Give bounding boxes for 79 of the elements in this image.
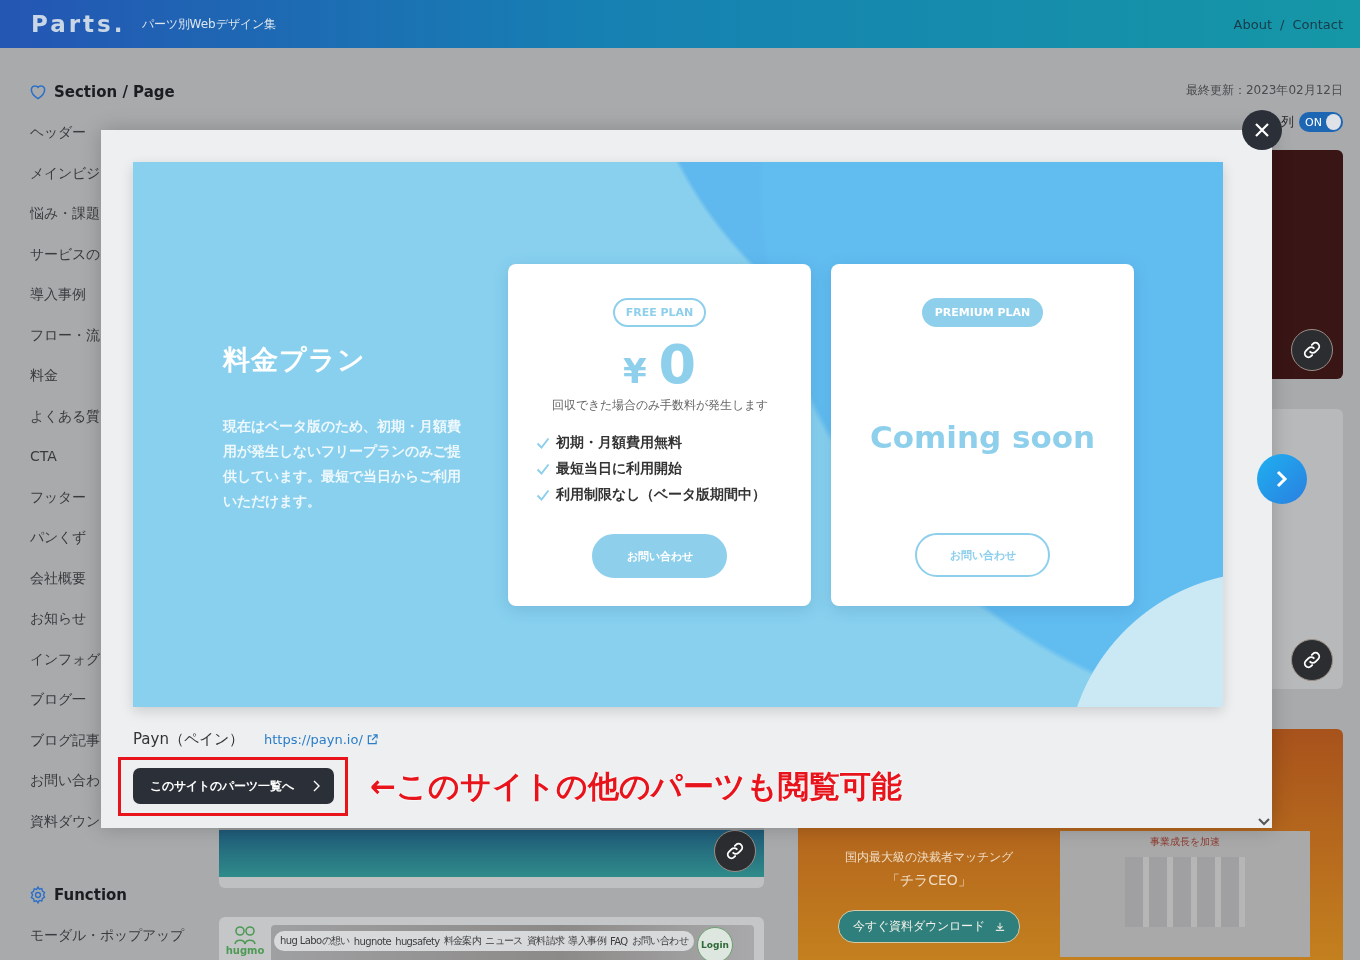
sidebar-item[interactable]: CTA xyxy=(30,446,57,467)
pricing-title: 料金プラン xyxy=(223,343,367,377)
nav-link[interactable]: About xyxy=(1233,16,1273,32)
external-link-icon xyxy=(366,733,378,745)
download-button: 今すぐ資料ダウンロード xyxy=(838,910,1020,943)
close-icon xyxy=(1255,123,1269,137)
sidebar-item[interactable]: 悩み・課題 xyxy=(30,203,100,224)
sidebar-item[interactable]: 会社概要 xyxy=(30,567,86,589)
thumbnail-nav-item: 料金案内 xyxy=(443,934,482,948)
sidebar-item[interactable]: ヘッダー xyxy=(30,122,86,143)
sidebar-heading: Function xyxy=(54,886,128,904)
plan-price: 0 xyxy=(658,335,697,395)
fee-note: 回収できた場合のみ手数料が発生します xyxy=(551,397,768,414)
sidebar-item[interactable]: インフォグ xyxy=(30,648,100,670)
site-name: Payn（ペイン） xyxy=(133,729,244,749)
gear-icon xyxy=(28,885,48,905)
sidebar-item[interactable]: 導入事例 xyxy=(30,284,86,305)
site-thumbnail-card[interactable]: hugmo hug Laboの想い hugnote hugsafety 料金案内 ニュース 資料請求 導入事例 FAQ お問い合わせ Login xyxy=(219,917,764,960)
site-tagline: パーツ別Webデザイン集 xyxy=(141,15,276,33)
column-toggle[interactable]: ON xyxy=(1299,112,1343,132)
link-icon xyxy=(724,840,746,862)
link-button[interactable] xyxy=(1291,639,1333,681)
sidebar-item[interactable]: ブログ記事 xyxy=(30,729,100,751)
thumbnail-nav-item: hugsafety xyxy=(395,935,440,947)
download-icon xyxy=(995,921,1005,932)
link-icon xyxy=(1301,339,1323,361)
thumbnail-nav-item: お問い合わせ xyxy=(631,934,689,948)
sidebar-item[interactable]: ブログ一 xyxy=(30,689,86,710)
thumbnail-logo-text: hugmo xyxy=(225,945,265,956)
site-url-link[interactable]: https://payn.io/ xyxy=(263,731,378,747)
chevron-down-icon xyxy=(1258,818,1270,826)
sidebar-item[interactable]: パンくず xyxy=(30,527,86,548)
thumbnail-nav-item: hug Laboの想い xyxy=(280,934,350,948)
currency-symbol: ¥ xyxy=(622,351,647,391)
thumbnail-nav-item: 導入事例 xyxy=(568,934,607,948)
columns-label: 列 xyxy=(1281,113,1294,131)
check-icon xyxy=(536,489,550,501)
sidebar-item[interactable]: メインビジ xyxy=(30,162,100,184)
sidebar-item[interactable]: よくある質 xyxy=(30,405,100,427)
link-button[interactable] xyxy=(1291,329,1333,371)
close-button[interactable] xyxy=(1242,110,1282,150)
thumbnail-nav-item: FAQ xyxy=(610,935,628,947)
sidebar-item[interactable]: サービスの xyxy=(30,243,100,265)
thumbnail-nav-item: ニュース xyxy=(485,934,523,948)
thumbnail-nav-item: hugnote xyxy=(353,935,392,947)
thumbnail-headline: 国内最大級の決裁者マッチング xyxy=(845,849,1013,866)
thumbnail-title: 事業成長を加速 xyxy=(1150,835,1220,849)
link-button[interactable] xyxy=(714,830,756,872)
feature-text: 初期・月額費用無料 xyxy=(556,434,682,452)
nav-separator: / xyxy=(1280,16,1285,32)
site-logo[interactable]: Parts. xyxy=(31,11,126,37)
thumbnail-nav-item: 資料請求 xyxy=(526,934,565,948)
last-updated-text: 最終更新：2023年02月12日 xyxy=(1185,82,1343,98)
plan-badge: FREE PLAN xyxy=(612,298,707,327)
pricing-description: 現在はベータ版のため、初期・月額費用が発生しないフリープランのみご提供しています。最短で当日からご利用いただけます。 xyxy=(223,417,462,511)
next-button[interactable] xyxy=(1257,454,1307,504)
login-badge: Login xyxy=(697,927,734,960)
sidebar-item[interactable]: お問い合わ xyxy=(30,770,100,791)
chevron-right-icon xyxy=(1276,470,1288,488)
sidebar-item[interactable]: モーダル・ポップアップ xyxy=(30,925,184,946)
check-icon xyxy=(536,437,550,449)
people-icon xyxy=(233,925,257,945)
plan-badge: PREMIUM PLAN xyxy=(921,298,1044,327)
feature-text: 利用制限なし（ベータ版期間中） xyxy=(556,486,766,504)
heart-icon xyxy=(28,82,48,102)
check-icon xyxy=(536,463,550,475)
feature-text: 最短当日に利用開始 xyxy=(556,460,682,478)
sidebar-item[interactable]: お知らせ xyxy=(30,608,86,629)
sidebar-item[interactable]: フロー・流 xyxy=(30,324,100,346)
parts-list-button[interactable]: このサイトのパーツ一覧へ xyxy=(133,768,334,804)
chevron-right-icon xyxy=(312,780,320,792)
sidebar-heading: Section / Page xyxy=(54,83,175,101)
coming-soon-text: Coming soon xyxy=(869,419,1096,455)
thumbnail-product-name: 「チラCEO」 xyxy=(886,872,972,890)
link-icon xyxy=(1301,649,1323,671)
nav-link[interactable]: Contact xyxy=(1292,16,1343,32)
sidebar-item[interactable]: 料金 xyxy=(30,365,58,386)
sidebar-item[interactable]: 資料ダウン xyxy=(30,810,100,832)
sidebar-item[interactable]: フッター xyxy=(30,486,86,508)
